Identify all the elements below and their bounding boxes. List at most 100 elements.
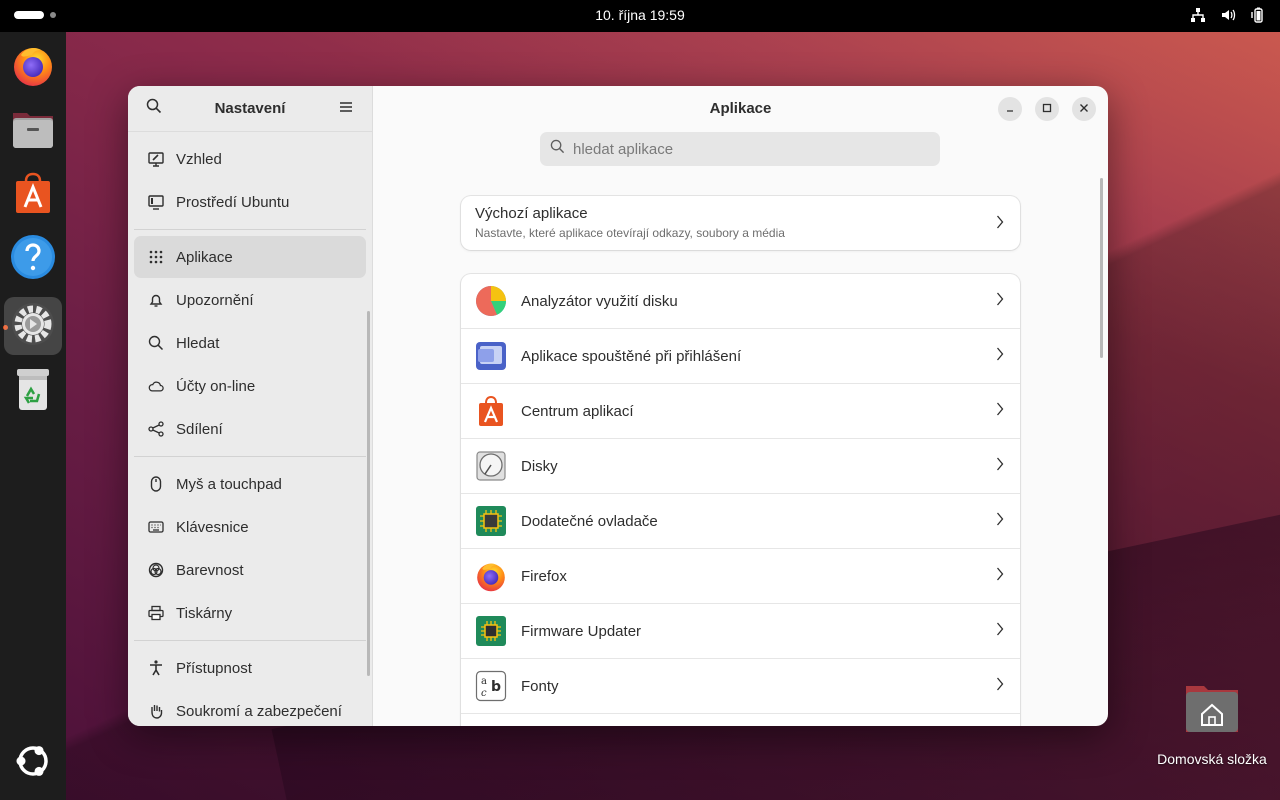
chevron-right-icon	[996, 622, 1004, 640]
sidebar-item-tiskarny[interactable]: Tiskárny	[134, 592, 366, 634]
dock	[0, 32, 66, 800]
sidebar-item-label: Vzhled	[176, 150, 222, 168]
dock-files[interactable]	[4, 102, 62, 160]
sidebar-item-label: Účty on-line	[176, 377, 256, 395]
sidebar-item-aplikace[interactable]: Aplikace	[134, 236, 366, 278]
hamburger-menu-icon	[339, 100, 353, 118]
sidebar-item-mys-a-touchpad[interactable]: Myš a touchpad	[134, 463, 366, 505]
app-row-startup-apps[interactable]: Aplikace spouštěné při přihlášení	[461, 329, 1020, 384]
dock-app-center[interactable]	[4, 166, 62, 224]
settings-icon	[10, 301, 56, 352]
settings-window: Nastavení Vzhled Prostředí Ubuntu Aplika…	[128, 86, 1108, 726]
maximize-icon	[1042, 100, 1052, 118]
sidebar-item-prostredi-ubuntu[interactable]: Prostředí Ubuntu	[134, 181, 366, 223]
sidebar-item-label: Myš a touchpad	[176, 475, 282, 493]
home-folder-label: Domovská složka	[1157, 751, 1267, 767]
clock[interactable]: 10. října 19:59	[0, 7, 1280, 23]
app-row-firmware-updater[interactable]: Firmware Updater	[461, 604, 1020, 659]
files-icon	[10, 107, 56, 156]
default-apps-title: Výchozí aplikace	[475, 205, 588, 222]
app-row-disk-usage[interactable]: Analyzátor využití disku	[461, 274, 1020, 329]
default-apps-subtitle: Nastavte, které aplikace otevírají odkaz…	[475, 226, 785, 240]
share-icon	[148, 421, 164, 437]
dock-firefox[interactable]	[4, 38, 62, 96]
sidebar-item-vzhled[interactable]: Vzhled	[134, 138, 366, 180]
keyboard-icon	[148, 519, 164, 535]
chevron-right-icon	[996, 347, 1004, 365]
content-scrollbar[interactable]	[1100, 178, 1103, 358]
battery-icon	[1250, 7, 1266, 23]
close-button[interactable]	[1072, 97, 1096, 121]
disks-icon	[475, 450, 507, 482]
app-search-input[interactable]	[573, 140, 913, 158]
sidebar-separator	[134, 456, 366, 457]
app-row-label: Disky	[521, 457, 558, 475]
chevron-right-icon	[996, 677, 1004, 695]
disk-usage-icon	[475, 285, 507, 317]
cloud-icon	[148, 378, 164, 394]
sidebar-item-ucty-online[interactable]: Účty on-line	[134, 365, 366, 407]
appearance-icon	[148, 151, 164, 167]
sidebar-item-sdileni[interactable]: Sdílení	[134, 408, 366, 450]
sidebar-search-button[interactable]	[142, 97, 166, 121]
svg-text:c: c	[481, 688, 487, 699]
content-pane: Aplikace Výchozí aplikace Nastavte, kter…	[373, 86, 1108, 726]
desktop-home-folder[interactable]: Domovská složka	[1150, 680, 1274, 767]
sidebar-item-label: Sdílení	[176, 420, 223, 438]
network-icon	[1190, 7, 1206, 23]
top-bar: 10. října 19:59	[0, 0, 1280, 32]
sidebar: Nastavení Vzhled Prostředí Ubuntu Aplika…	[128, 86, 373, 726]
app-row-label: Aplikace spouštěné při přihlášení	[521, 347, 742, 365]
dock-help[interactable]	[4, 230, 62, 288]
default-apps-row[interactable]: Výchozí aplikace Nastavte, které aplikac…	[461, 196, 1020, 250]
chevron-right-icon	[996, 215, 1004, 234]
sidebar-item-label: Aplikace	[176, 248, 233, 266]
sidebar-item-hledat[interactable]: Hledat	[134, 322, 366, 364]
app-row-drivers[interactable]: Dodatečné ovladače	[461, 494, 1020, 549]
apps-list: Analyzátor využití disku Aplikace spoušt…	[461, 274, 1020, 726]
sidebar-separator	[134, 229, 366, 230]
app-center-icon	[475, 395, 507, 427]
minimize-icon	[1005, 100, 1015, 118]
dock-settings[interactable]	[4, 297, 62, 355]
startup-apps-icon	[475, 340, 507, 372]
sidebar-item-soukromi[interactable]: Soukromí a zabezpečení	[134, 690, 366, 726]
main-menu-button[interactable]	[334, 97, 358, 121]
app-row-firefox[interactable]: Firefox	[461, 549, 1020, 604]
color-icon	[148, 562, 164, 578]
app-row-label: Firefox	[521, 567, 567, 585]
sidebar-item-label: Upozornění	[176, 291, 254, 309]
sidebar-item-label: Soukromí a zabezpečení	[176, 702, 342, 720]
sidebar-item-pristupnost[interactable]: Přístupnost	[134, 647, 366, 689]
app-row-app-center[interactable]: Centrum aplikací	[461, 384, 1020, 439]
system-tray[interactable]	[1190, 7, 1266, 23]
app-row-label: Dodatečné ovladače	[521, 512, 658, 530]
home-folder-icon	[1182, 680, 1242, 741]
dock-show-apps[interactable]	[4, 734, 62, 792]
hand-icon	[148, 703, 164, 719]
sidebar-item-barevnost[interactable]: Barevnost	[134, 549, 366, 591]
ubuntu-logo-icon	[13, 741, 53, 786]
chevron-right-icon	[996, 457, 1004, 475]
sidebar-item-label: Přístupnost	[176, 659, 252, 677]
app-row-disks[interactable]: Disky	[461, 439, 1020, 494]
minimize-button[interactable]	[998, 97, 1022, 121]
sidebar-scrollbar[interactable]	[367, 311, 370, 676]
app-row-label: Analyzátor využití disku	[521, 292, 678, 310]
sidebar-item-label: Hledat	[176, 334, 220, 352]
sidebar-item-label: Tiskárny	[176, 604, 233, 622]
firefox-icon	[475, 560, 507, 592]
window-controls	[998, 97, 1096, 121]
app-center-icon	[11, 171, 55, 220]
mouse-icon	[148, 476, 164, 492]
sidebar-item-upozorneni[interactable]: Upozornění	[134, 279, 366, 321]
bell-icon	[148, 292, 164, 308]
maximize-button[interactable]	[1035, 97, 1059, 121]
dock-trash[interactable]	[4, 362, 62, 420]
firmware-icon	[475, 615, 507, 647]
search-icon	[148, 335, 164, 351]
ubuntu-desktop-icon	[148, 194, 164, 210]
printer-icon	[148, 605, 164, 621]
sidebar-item-klavesnice[interactable]: Klávesnice	[134, 506, 366, 548]
app-row-fonts[interactable]: acb Fonty	[461, 659, 1020, 714]
